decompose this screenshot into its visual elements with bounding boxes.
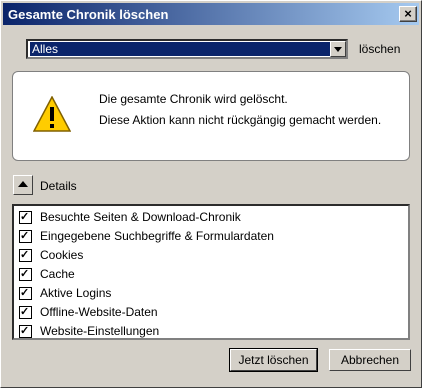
- list-item[interactable]: Offline-Website-Daten: [19, 304, 158, 321]
- close-icon[interactable]: ×: [399, 6, 417, 22]
- details-list: Besuchte Seiten & Download-Chronik Einge…: [12, 204, 410, 340]
- cancel-button[interactable]: Abbrechen: [329, 349, 411, 371]
- checkbox[interactable]: [19, 247, 32, 264]
- list-item[interactable]: Cookies: [19, 247, 83, 264]
- list-item[interactable]: Aktive Logins: [19, 285, 111, 302]
- list-item[interactable]: Website-Einstellungen: [19, 323, 159, 340]
- checkbox[interactable]: [19, 304, 32, 321]
- clear-now-button[interactable]: Jetzt löschen: [229, 348, 318, 372]
- checkbox[interactable]: [19, 209, 32, 226]
- checkbox[interactable]: [19, 285, 32, 302]
- item-label: Cookies: [40, 248, 84, 262]
- list-item[interactable]: Besuchte Seiten & Download-Chronik: [19, 209, 241, 226]
- warning-icon: [33, 96, 71, 132]
- item-label: Website-Einstellungen: [40, 324, 160, 338]
- title-bar: Gesamte Chronik löschen ×: [3, 3, 419, 25]
- time-range-value: Alles: [30, 42, 331, 56]
- details-label[interactable]: Details: [40, 179, 77, 193]
- item-label: Offline-Website-Daten: [40, 305, 158, 319]
- item-label: Cache: [40, 267, 75, 281]
- list-item[interactable]: Cache: [19, 266, 75, 283]
- time-range-select[interactable]: Alles: [26, 39, 348, 59]
- checkbox[interactable]: [19, 323, 32, 340]
- warning-text-primary: Die gesamte Chronik wird gelöscht.: [99, 92, 288, 106]
- chevron-up-icon[interactable]: [13, 175, 33, 195]
- time-range-label: löschen: [359, 42, 401, 56]
- list-item[interactable]: Eingegebene Suchbegriffe & Formulardaten: [19, 228, 274, 245]
- dialog-title: Gesamte Chronik löschen: [8, 7, 169, 22]
- checkbox[interactable]: [19, 228, 32, 245]
- item-label: Besuchte Seiten & Download-Chronik: [40, 210, 241, 224]
- warning-text-secondary: Diese Aktion kann nicht rückgängig gemac…: [99, 113, 382, 127]
- item-label: Aktive Logins: [40, 286, 112, 300]
- warning-panel: Die gesamte Chronik wird gelöscht. Diese…: [12, 71, 410, 161]
- checkbox[interactable]: [19, 266, 32, 283]
- clear-history-dialog: Gesamte Chronik löschen × Alles löschen …: [0, 0, 422, 388]
- chevron-down-icon[interactable]: [330, 41, 346, 57]
- item-label: Eingegebene Suchbegriffe & Formulardaten: [40, 229, 274, 243]
